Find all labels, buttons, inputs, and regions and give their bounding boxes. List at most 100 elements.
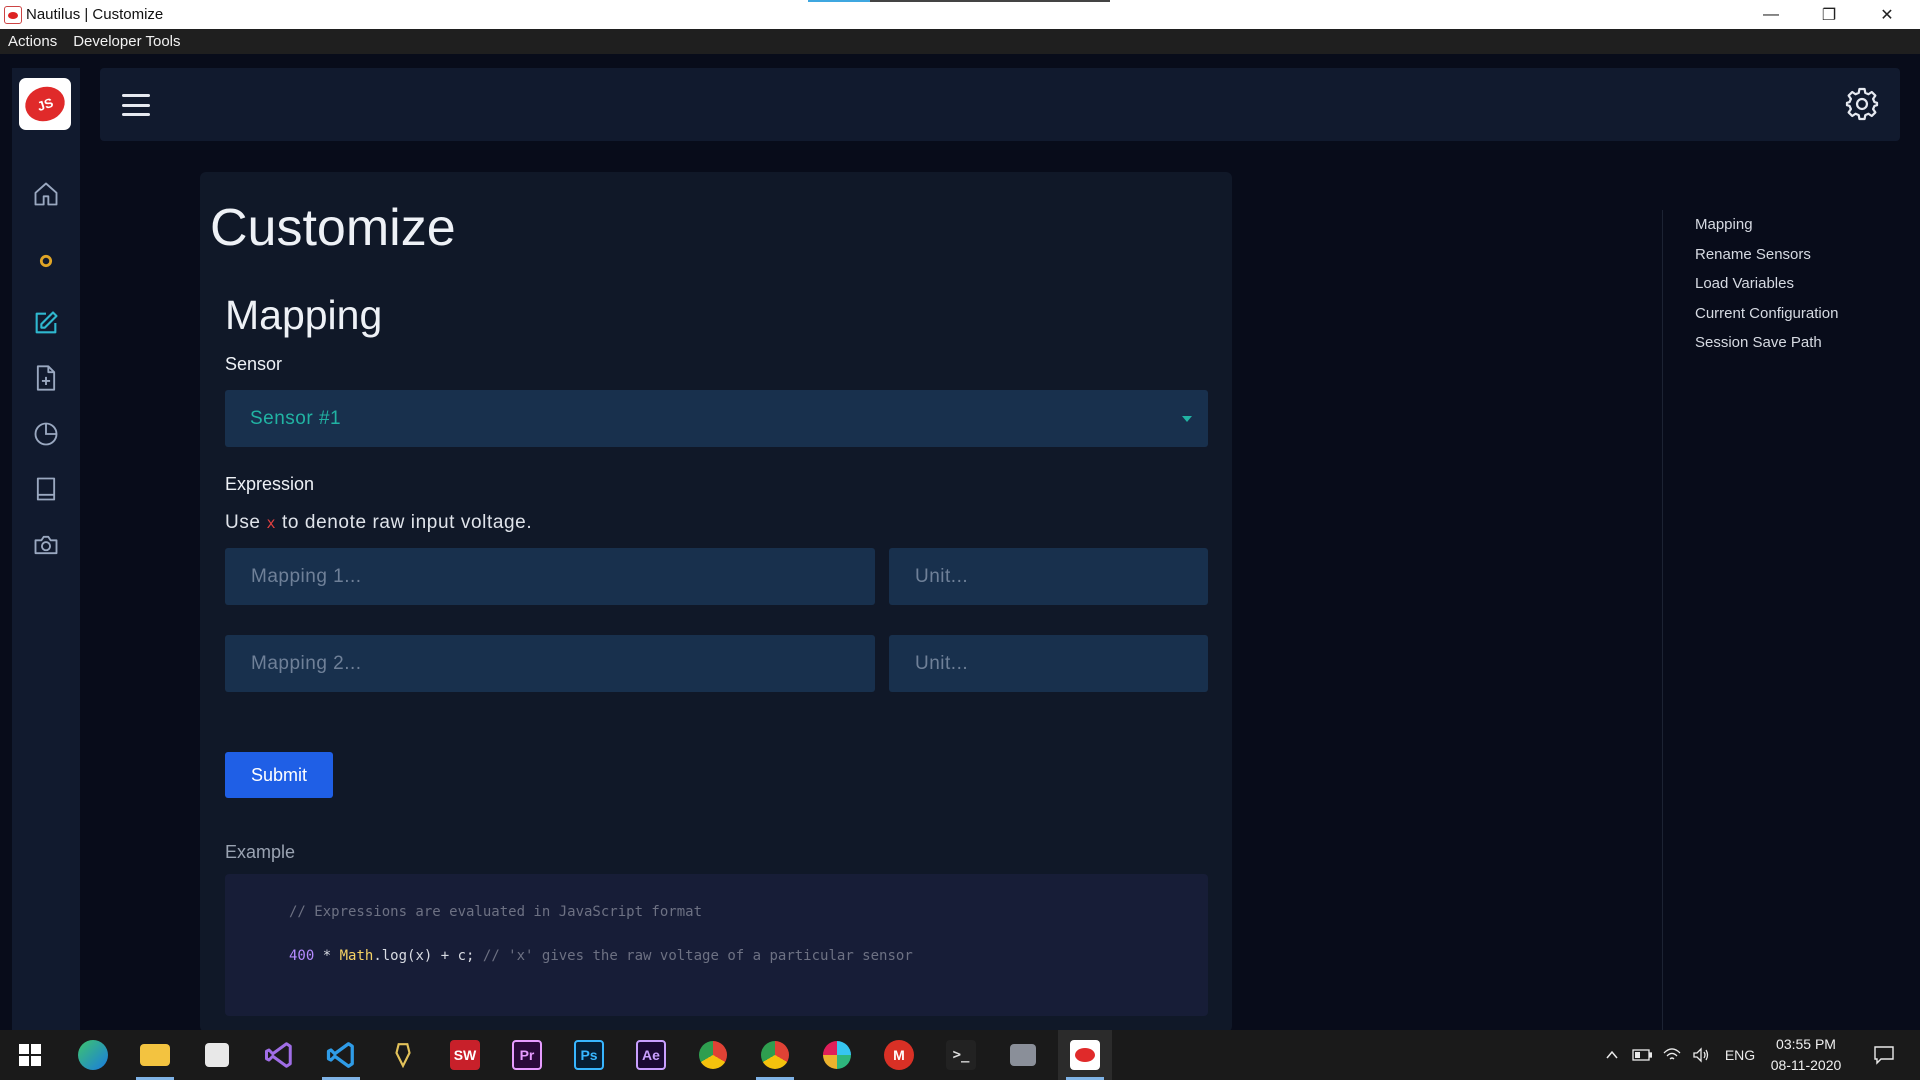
- home-icon: [34, 182, 58, 206]
- battery-icon: [1632, 1049, 1652, 1061]
- sidebar: JS: [12, 68, 80, 1030]
- hamburger-icon[interactable]: [120, 90, 152, 120]
- hint-text-before: Use: [225, 512, 267, 533]
- close-button[interactable]: ✕: [1858, 0, 1916, 29]
- action-center[interactable]: [1864, 1030, 1904, 1080]
- unit-2-input[interactable]: [889, 635, 1208, 692]
- expression-hint: Use x to denote raw input voltage.: [225, 512, 532, 534]
- sensor-select-value: Sensor #1: [250, 407, 342, 429]
- logo-mark: JS: [20, 81, 70, 127]
- taskbar-premiere[interactable]: Pr: [500, 1030, 554, 1080]
- battery-status[interactable]: [1630, 1030, 1654, 1080]
- sensor-label: Sensor: [225, 354, 283, 374]
- book-icon: [36, 477, 56, 501]
- notification-icon: [1874, 1046, 1894, 1065]
- mapping-1-input[interactable]: [225, 548, 875, 605]
- mapping-section-title: Mapping: [225, 292, 383, 338]
- sidebar-item-book[interactable]: [12, 469, 80, 509]
- page-title: Customize: [210, 199, 456, 257]
- example-code-block: // Expressions are evaluated in JavaScri…: [225, 874, 1208, 1016]
- code-call: .log(x) + c;: [373, 948, 483, 964]
- taskbar-terminal[interactable]: >_: [934, 1030, 988, 1080]
- hint-variable: x: [266, 514, 277, 532]
- app-icon: [1010, 1044, 1036, 1066]
- input-language[interactable]: ENG: [1722, 1030, 1758, 1080]
- toc-item-current-configuration[interactable]: Current Configuration: [1695, 305, 1838, 322]
- code-inline-comment: // 'x' gives the raw voltage of a partic…: [482, 948, 913, 964]
- taskbar: SW Pr Ps Ae M >_ ENG 03:55 PM 08-11-2020: [0, 1030, 1920, 1080]
- visual-studio-icon: [265, 1042, 292, 1068]
- sidebar-item-customize[interactable]: [12, 303, 80, 343]
- taskbar-nautilus[interactable]: [1058, 1030, 1112, 1080]
- show-hidden-icons[interactable]: [1600, 1030, 1624, 1080]
- taskbar-store[interactable]: [190, 1030, 244, 1080]
- solidworks-icon: SW: [450, 1040, 480, 1070]
- status-dot-icon: [39, 254, 53, 268]
- table-of-contents: Mapping Rename Sensors Load Variables Cu…: [1662, 210, 1902, 1030]
- pie-chart-icon: [34, 422, 58, 446]
- submit-button[interactable]: Submit: [225, 752, 333, 798]
- edge-icon: [78, 1040, 108, 1070]
- taskbar-chrome-2[interactable]: [748, 1030, 802, 1080]
- taskbar-file-explorer[interactable]: [128, 1030, 182, 1080]
- toc-item-rename-sensors[interactable]: Rename Sensors: [1695, 246, 1811, 263]
- top-header: [100, 68, 1900, 141]
- taskbar-gmail[interactable]: M: [872, 1030, 926, 1080]
- chrome-icon: [699, 1041, 727, 1069]
- sidebar-item-home[interactable]: [12, 174, 80, 214]
- unit-1-input[interactable]: [889, 548, 1208, 605]
- window-title: Nautilus | Customize: [26, 6, 164, 23]
- taskbar-photoshop[interactable]: Ps: [562, 1030, 616, 1080]
- after-effects-icon: Ae: [636, 1040, 666, 1070]
- taskbar-vscode[interactable]: [314, 1030, 368, 1080]
- toc-item-session-save-path[interactable]: Session Save Path: [1695, 334, 1822, 351]
- sensor-select[interactable]: Sensor #1: [225, 390, 1208, 447]
- chrome-icon: [761, 1041, 789, 1069]
- wifi-icon: [1663, 1048, 1681, 1060]
- terminal-icon: >_: [946, 1040, 976, 1070]
- clock-date: 08-11-2020: [1770, 1057, 1842, 1073]
- taskbar-visual-studio[interactable]: [252, 1030, 306, 1080]
- gear-icon[interactable]: [1844, 86, 1880, 122]
- menu-developer-tools[interactable]: Developer Tools: [73, 33, 180, 50]
- sidebar-item-new-file[interactable]: [12, 358, 80, 398]
- vscode-icon: [326, 1042, 354, 1068]
- edit-icon: [35, 311, 58, 334]
- menu-actions[interactable]: Actions: [8, 33, 57, 50]
- taskbar-app-17[interactable]: [996, 1030, 1050, 1080]
- volume-control[interactable]: [1689, 1030, 1713, 1080]
- app-logo-icon: [4, 5, 22, 24]
- taskbar-edge[interactable]: [66, 1030, 120, 1080]
- app-logo[interactable]: JS: [19, 78, 71, 130]
- menu-bar: Actions Developer Tools: [0, 29, 1920, 54]
- restore-button[interactable]: ❐: [1800, 0, 1858, 29]
- chevron-up-icon: [1606, 1050, 1618, 1059]
- speaker-icon: [1693, 1047, 1709, 1063]
- sidebar-item-status[interactable]: [12, 241, 80, 281]
- code-operator: *: [314, 948, 340, 964]
- chevron-down-icon: [1182, 416, 1192, 422]
- code-number: 400: [289, 948, 315, 964]
- taskbar-clock[interactable]: 03:55 PM 08-11-2020: [1764, 1034, 1848, 1076]
- pen-icon: [395, 1043, 411, 1068]
- toc-item-mapping[interactable]: Mapping: [1695, 216, 1753, 233]
- taskbar-after-effects[interactable]: Ae: [624, 1030, 678, 1080]
- store-icon: [205, 1043, 229, 1067]
- taskbar-solidworks[interactable]: SW: [438, 1030, 492, 1080]
- clock-time: 03:55 PM: [1776, 1036, 1836, 1052]
- expression-label: Expression: [225, 474, 315, 494]
- folder-icon: [140, 1044, 170, 1066]
- sidebar-item-charts[interactable]: [12, 414, 80, 454]
- toc-item-load-variables[interactable]: Load Variables: [1695, 275, 1794, 292]
- minimize-button[interactable]: —: [1742, 0, 1800, 29]
- taskbar-slack[interactable]: [810, 1030, 864, 1080]
- mapping-2-input[interactable]: [225, 635, 875, 692]
- taskbar-start[interactable]: [3, 1030, 57, 1080]
- sidebar-item-camera[interactable]: [12, 525, 80, 565]
- taskbar-app-7[interactable]: [376, 1030, 430, 1080]
- loading-progress-bar: [808, 0, 1110, 2]
- file-plus-icon: [36, 365, 56, 391]
- taskbar-chrome[interactable]: [686, 1030, 740, 1080]
- window-titlebar: Nautilus | Customize — ❐ ✕: [0, 0, 1920, 29]
- network-status[interactable]: [1660, 1030, 1684, 1080]
